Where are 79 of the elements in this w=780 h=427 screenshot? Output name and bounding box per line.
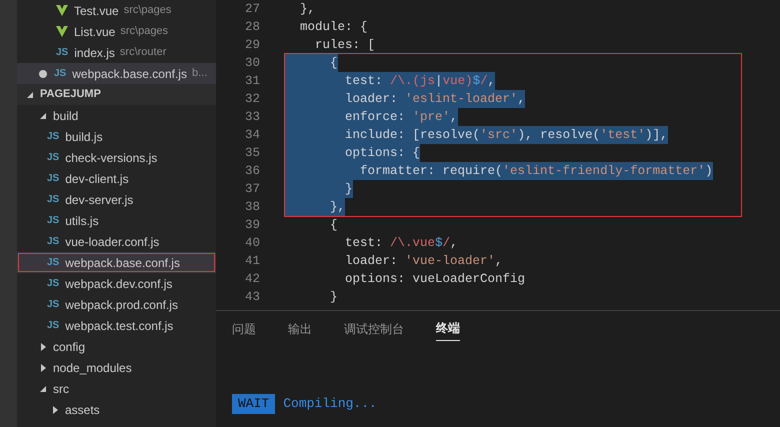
file-name[interactable]: webpack.dev.conf.js [65, 274, 172, 292]
line-number: 30 [244, 55, 260, 72]
file-name: Test.vue [74, 2, 119, 20]
js-file-icon: JS [47, 171, 60, 186]
expanded-arrow-icon[interactable] [39, 112, 47, 120]
line-number: 34 [244, 127, 260, 144]
folder-name[interactable]: assets [65, 400, 100, 418]
expanded-arrow-icon[interactable] [39, 384, 47, 392]
file-path: b... [192, 66, 208, 82]
expanded-arrow-icon[interactable] [26, 90, 34, 98]
vue-icon [56, 5, 68, 16]
vue-icon [56, 26, 68, 37]
status-label: WAIT [232, 394, 276, 414]
panel-tab[interactable]: 输出 [288, 319, 312, 341]
code-line: options: vueLoaderConfig [344, 271, 526, 288]
file-name[interactable]: dev-server.js [65, 190, 134, 208]
line-number: 37 [244, 181, 260, 198]
selected-file-row[interactable]: JS webpack.base.conf.js [17, 252, 216, 273]
js-file-icon: JS [47, 297, 60, 312]
collapsed-arrow-icon[interactable] [39, 342, 47, 350]
panel-tab[interactable]: 终端 [436, 319, 460, 341]
file-name[interactable]: webpack.base.conf.js [65, 254, 180, 272]
open-editor-item[interactable]: Test.vue src\pages [17, 0, 216, 21]
line-number: 43 [244, 289, 260, 306]
file-name[interactable]: dev-client.js [65, 170, 129, 188]
line-number: 36 [244, 163, 260, 180]
panel-tab[interactable]: 问题 [232, 319, 256, 341]
open-editor-item[interactable]: List.vue src\pages [17, 21, 216, 42]
line-number: 27 [244, 1, 260, 18]
js-file-icon: JS [47, 234, 60, 249]
code-line: { [329, 217, 338, 234]
js-file-icon: JS [56, 45, 68, 60]
file-name[interactable]: webpack.test.conf.js [65, 316, 174, 334]
open-editor-item[interactable]: JS webpack.base.conf.js b... [17, 63, 216, 84]
file-name[interactable]: webpack.prod.conf.js [65, 296, 178, 314]
file-name[interactable]: build.js [65, 128, 103, 146]
code-line: module: { [299, 19, 368, 36]
collapsed-arrow-icon[interactable] [51, 406, 59, 414]
panel-tab[interactable]: 调试控制台 [344, 319, 404, 341]
line-number: 38 [244, 199, 260, 216]
file-path: src\pages [124, 3, 172, 18]
js-file-icon: JS [47, 255, 60, 270]
terminal-output: Compiling... [283, 395, 377, 413]
file-name[interactable]: check-versions.js [65, 148, 158, 166]
line-number: 35 [244, 145, 260, 162]
code-line: test: /\.vue$/, [344, 235, 458, 252]
line-number: 28 [244, 19, 260, 36]
file-path: src\router [120, 45, 166, 60]
folder-name[interactable]: build [53, 106, 78, 124]
folder-name[interactable]: src [53, 380, 69, 398]
js-file-icon: JS [47, 318, 60, 333]
line-number: 33 [244, 109, 260, 126]
file-name[interactable]: vue-loader.conf.js [65, 232, 160, 250]
line-number: 29 [244, 37, 260, 54]
file-name: index.js [74, 44, 115, 62]
file-name: List.vue [74, 24, 116, 40]
open-editor-item[interactable]: JS index.js src\router [17, 42, 216, 63]
line-number: 32 [244, 91, 260, 108]
line-number: 40 [244, 235, 260, 252]
js-file-icon: JS [47, 129, 60, 144]
line-number: 31 [244, 73, 260, 90]
code-line: } [329, 289, 338, 306]
js-file-icon: JS [47, 213, 60, 228]
line-number: 39 [244, 217, 260, 234]
file-path: src\pages [120, 24, 168, 40]
js-file-icon: JS [54, 66, 66, 81]
collapsed-arrow-icon[interactable] [39, 364, 47, 372]
folder-name[interactable]: config [53, 338, 86, 356]
code-line: rules: [ [314, 37, 376, 54]
line-number: 42 [244, 271, 260, 288]
file-name: webpack.base.conf.js [72, 66, 187, 82]
js-file-icon: JS [47, 276, 60, 291]
folder-name[interactable]: node_modules [53, 358, 132, 376]
line-number: 41 [244, 253, 260, 270]
code-line: loader: 'vue-loader', [344, 253, 503, 270]
file-name[interactable]: utils.js [65, 212, 99, 230]
code-line: }, [299, 1, 316, 18]
js-file-icon: JS [47, 150, 60, 165]
js-file-icon: JS [47, 192, 60, 207]
